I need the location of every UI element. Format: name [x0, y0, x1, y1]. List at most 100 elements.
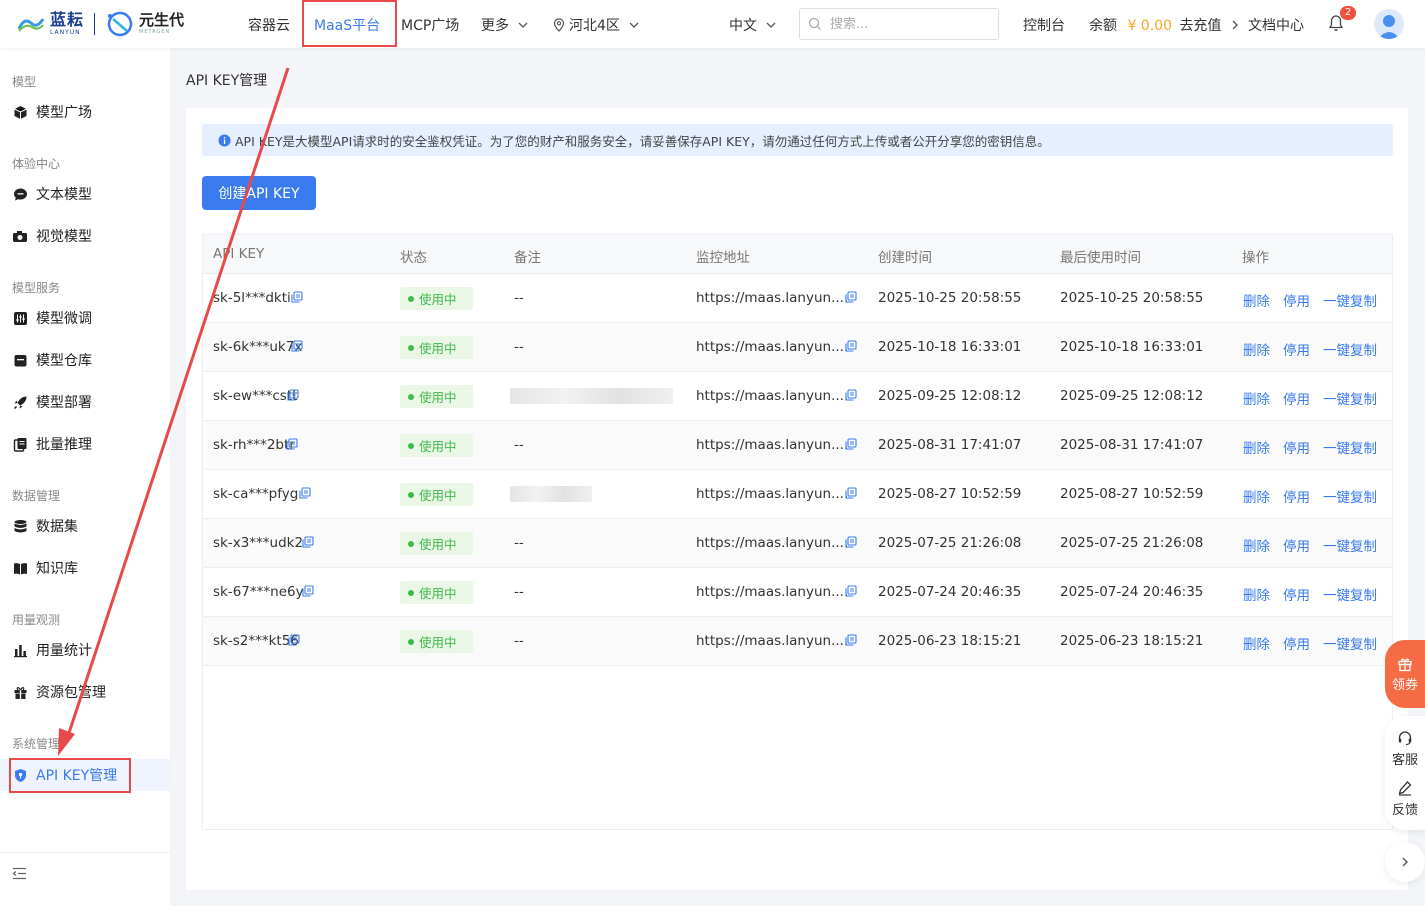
expand-button[interactable] — [1385, 842, 1425, 882]
redacted-remark — [510, 486, 592, 502]
search-input[interactable] — [830, 15, 990, 33]
copy-key-icon[interactable] — [291, 291, 303, 307]
sidebar-group-service: 模型服务 — [12, 281, 61, 295]
copy-key-icon[interactable] — [291, 340, 303, 356]
copy-monitor-icon[interactable] — [845, 487, 857, 503]
sidebar-item-finetune[interactable]: 模型微调 — [0, 302, 170, 334]
create-api-key-button[interactable]: 创建API KEY — [202, 176, 316, 210]
copy-icon — [845, 585, 857, 597]
copy-key-icon[interactable] — [302, 585, 314, 601]
copy-key-icon[interactable] — [286, 438, 298, 454]
coupon-button[interactable]: 领券 — [1385, 640, 1425, 708]
delete-link[interactable]: 删除 — [1243, 535, 1270, 555]
copy-monitor-icon[interactable] — [845, 585, 857, 601]
delete-link[interactable]: 删除 — [1243, 584, 1270, 604]
sidebar-group-model: 模型 — [12, 75, 37, 89]
metagen-logo-cn: 元生代 — [139, 11, 185, 29]
sidebar-item-label: 模型广场 — [36, 105, 92, 121]
disable-link[interactable]: 停用 — [1283, 290, 1310, 310]
key-cell: sk-5l***dkti — [213, 290, 291, 306]
location-pin-icon — [553, 18, 565, 32]
nav-console[interactable]: 控制台 — [1023, 15, 1065, 35]
delete-link[interactable]: 删除 — [1243, 486, 1270, 506]
sidebar-item-text-model[interactable]: 文本模型 — [0, 178, 170, 210]
database-icon — [14, 519, 26, 532]
copy-monitor-icon[interactable] — [845, 634, 857, 650]
disable-link[interactable]: 停用 — [1283, 388, 1310, 408]
security-notice-text: API KEY是大模型API请求时的安全鉴权凭证。为了您的财产和服务安全，请妥善… — [235, 133, 1050, 149]
copy-all-link[interactable]: 一键复制 — [1323, 339, 1377, 359]
logo[interactable]: 蓝耘 LANYUN 元生代 METAGEN — [16, 8, 184, 40]
sidebar-item-label: 知识库 — [36, 561, 78, 577]
sidebar-group-experience: 体验中心 — [12, 157, 61, 171]
sidebar-item-dataset[interactable]: 数据集 — [0, 510, 170, 542]
copy-key-icon[interactable] — [287, 389, 299, 405]
disable-link[interactable]: 停用 — [1283, 437, 1310, 457]
copy-key-icon[interactable] — [288, 634, 300, 650]
monitor-cell: https://maas.lanyun.... — [696, 633, 849, 649]
copy-all-link[interactable]: 一键复制 — [1323, 584, 1377, 604]
remark-cell: -- — [514, 437, 524, 453]
copy-monitor-icon[interactable] — [845, 536, 857, 552]
avatar[interactable] — [1374, 9, 1404, 39]
gift-icon — [14, 686, 26, 699]
copy-all-link[interactable]: 一键复制 — [1323, 535, 1377, 555]
copy-key-icon[interactable] — [299, 487, 311, 503]
info-icon — [218, 134, 231, 146]
sidebar-item-model-square[interactable]: 模型广场 — [0, 96, 170, 128]
sidebar-item-usage-stats[interactable]: 用量统计 — [0, 634, 170, 666]
disable-link[interactable]: 停用 — [1283, 584, 1310, 604]
nav-mcp[interactable]: MCP广场 — [401, 15, 459, 35]
copy-monitor-icon[interactable] — [845, 340, 857, 356]
copy-key-icon[interactable] — [302, 536, 314, 552]
copy-monitor-icon[interactable] — [845, 438, 857, 454]
sidebar-item-resource-pack[interactable]: 资源包管理 — [0, 676, 170, 708]
recharge-link[interactable]: 去充值 — [1179, 18, 1221, 34]
nav-maas[interactable]: MaaS平台 — [314, 15, 380, 35]
status-dot — [408, 540, 414, 547]
feedback-button[interactable]: 反馈 — [1385, 780, 1425, 818]
table-row: sk-s2***kt56 使用中 -- https://maas.lanyun....… — [203, 617, 1392, 666]
nav-more[interactable]: 更多 — [481, 15, 529, 35]
copy-monitor-icon[interactable] — [845, 291, 857, 307]
sidebar-item-vision-model[interactable]: 视觉模型 — [0, 220, 170, 252]
status-badge: 使用中 — [400, 532, 473, 555]
chevron-down-icon — [518, 22, 528, 28]
monitor-cell: https://maas.lanyun.... — [696, 388, 849, 404]
sidebar-item-repo[interactable]: 模型仓库 — [0, 344, 170, 376]
th-status: 状态 — [400, 250, 427, 266]
nav-docs[interactable]: 文档中心 — [1248, 15, 1304, 35]
monitor-cell: https://maas.lanyun.... — [696, 437, 849, 453]
nav-region[interactable]: 河北4区 — [553, 15, 640, 35]
key-cell: sk-s2***kt56 — [213, 633, 299, 649]
collapse-menu-icon[interactable] — [12, 867, 27, 880]
customer-service-button[interactable]: 客服 — [1385, 730, 1425, 768]
copy-all-link[interactable]: 一键复制 — [1323, 437, 1377, 457]
disable-link[interactable]: 停用 — [1283, 535, 1310, 555]
language-select[interactable]: 中文 — [729, 15, 777, 35]
nav-container-cloud[interactable]: 容器云 — [248, 15, 290, 35]
copy-monitor-icon[interactable] — [845, 389, 857, 405]
metagen-logo-en: METAGEN — [139, 29, 171, 35]
delete-link[interactable]: 删除 — [1243, 339, 1270, 359]
delete-link[interactable]: 删除 — [1243, 388, 1270, 408]
delete-link[interactable]: 删除 — [1243, 437, 1270, 457]
copy-icon — [299, 487, 311, 499]
sidebar-item-label: 用量统计 — [36, 643, 92, 659]
sidebar-item-knowledge[interactable]: 知识库 — [0, 552, 170, 584]
copy-all-link[interactable]: 一键复制 — [1323, 290, 1377, 310]
monitor-cell: https://maas.lanyun.... — [696, 535, 849, 551]
delete-link[interactable]: 删除 — [1243, 633, 1270, 653]
balance-recharge[interactable]: 余额 ¥ 0.00 去充值 — [1089, 15, 1240, 35]
delete-link[interactable]: 删除 — [1243, 290, 1270, 310]
sidebar-item-label: 视觉模型 — [36, 229, 92, 245]
disable-link[interactable]: 停用 — [1283, 486, 1310, 506]
disable-link[interactable]: 停用 — [1283, 633, 1310, 653]
copy-icon — [845, 536, 857, 548]
sidebar-item-deploy[interactable]: 模型部署 — [0, 386, 170, 418]
copy-all-link[interactable]: 一键复制 — [1323, 633, 1377, 653]
sidebar-item-batch[interactable]: 批量推理 — [0, 428, 170, 460]
disable-link[interactable]: 停用 — [1283, 339, 1310, 359]
copy-all-link[interactable]: 一键复制 — [1323, 486, 1377, 506]
copy-all-link[interactable]: 一键复制 — [1323, 388, 1377, 408]
